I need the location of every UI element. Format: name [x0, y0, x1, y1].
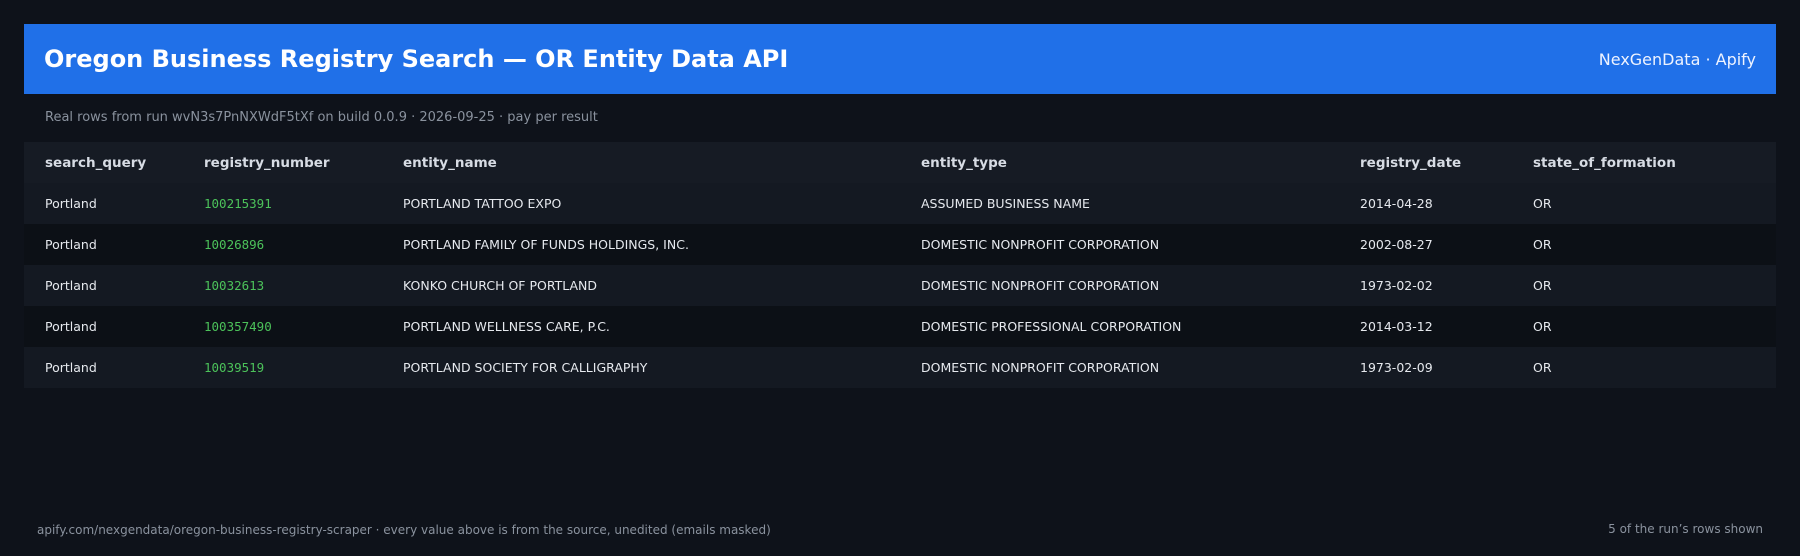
cell-entity-type: ASSUMED BUSINESS NAME [921, 196, 1090, 211]
cell-search-query: Portland [45, 278, 97, 293]
page-title: Oregon Business Registry Search — OR Ent… [44, 45, 789, 73]
cell-entity-type: DOMESTIC PROFESSIONAL CORPORATION [921, 319, 1182, 334]
footer-source-note: apify.com/nexgendata/oregon-business-reg… [37, 523, 771, 537]
table-header-row: search_query registry_number entity_name… [24, 142, 1776, 183]
cell-entity-type: DOMESTIC NONPROFIT CORPORATION [921, 237, 1160, 252]
cell-entity-name: PORTLAND SOCIETY FOR CALLIGRAPHY [403, 360, 648, 375]
cell-registry-number: 100357490 [204, 319, 272, 334]
table-row: Portland 10026896 PORTLAND FAMILY OF FUN… [24, 224, 1776, 265]
footer-row-count: 5 of the run’s rows shown [1608, 522, 1763, 536]
cell-registry-date: 2002-08-27 [1360, 237, 1433, 252]
column-header-state-of-formation: state_of_formation [1533, 154, 1676, 171]
cell-registry-date: 2014-04-28 [1360, 196, 1433, 211]
cell-registry-number: 100215391 [204, 196, 272, 211]
cell-registry-date: 1973-02-09 [1360, 360, 1433, 375]
cell-registry-number: 10026896 [204, 237, 265, 252]
cell-entity-type: DOMESTIC NONPROFIT CORPORATION [921, 278, 1160, 293]
column-header-registry-number: registry_number [204, 154, 330, 171]
column-header-entity-name: entity_name [403, 154, 497, 171]
table-row: Portland 100357490 PORTLAND WELLNESS CAR… [24, 306, 1776, 347]
cell-search-query: Portland [45, 196, 97, 211]
cell-entity-name: PORTLAND WELLNESS CARE, P.C. [403, 319, 610, 334]
column-header-registry-date: registry_date [1360, 154, 1462, 171]
cell-state-of-formation: OR [1533, 278, 1552, 293]
cell-search-query: Portland [45, 237, 97, 252]
column-header-entity-type: entity_type [921, 154, 1007, 171]
cell-entity-type: DOMESTIC NONPROFIT CORPORATION [921, 360, 1160, 375]
table-row: Portland 10032613 KONKO CHURCH OF PORTLA… [24, 265, 1776, 306]
cell-entity-name: KONKO CHURCH OF PORTLAND [403, 278, 598, 293]
cell-registry-date: 1973-02-02 [1360, 278, 1433, 293]
cell-registry-number: 10032613 [204, 278, 265, 293]
cell-state-of-formation: OR [1533, 237, 1552, 252]
brand-label: NexGenData · Apify [1598, 49, 1756, 69]
header-bar: Oregon Business Registry Search — OR Ent… [24, 24, 1776, 94]
cell-search-query: Portland [45, 360, 97, 375]
cell-state-of-formation: OR [1533, 360, 1552, 375]
run-info-subtitle: Real rows from run wvN3s7PnNXWdF5tXf on … [45, 110, 598, 125]
cell-search-query: Portland [45, 319, 97, 334]
cell-registry-number: 10039519 [204, 360, 265, 375]
cell-state-of-formation: OR [1533, 196, 1552, 211]
cell-registry-date: 2014-03-12 [1360, 319, 1433, 334]
cell-entity-name: PORTLAND TATTOO EXPO [403, 196, 562, 211]
column-header-search-query: search_query [45, 154, 147, 171]
table-row: Portland 10039519 PORTLAND SOCIETY FOR C… [24, 347, 1776, 388]
results-table: search_query registry_number entity_name… [24, 142, 1776, 388]
table-row: Portland 100215391 PORTLAND TATTOO EXPO … [24, 183, 1776, 224]
cell-state-of-formation: OR [1533, 319, 1552, 334]
cell-entity-name: PORTLAND FAMILY OF FUNDS HOLDINGS, INC. [403, 237, 689, 252]
